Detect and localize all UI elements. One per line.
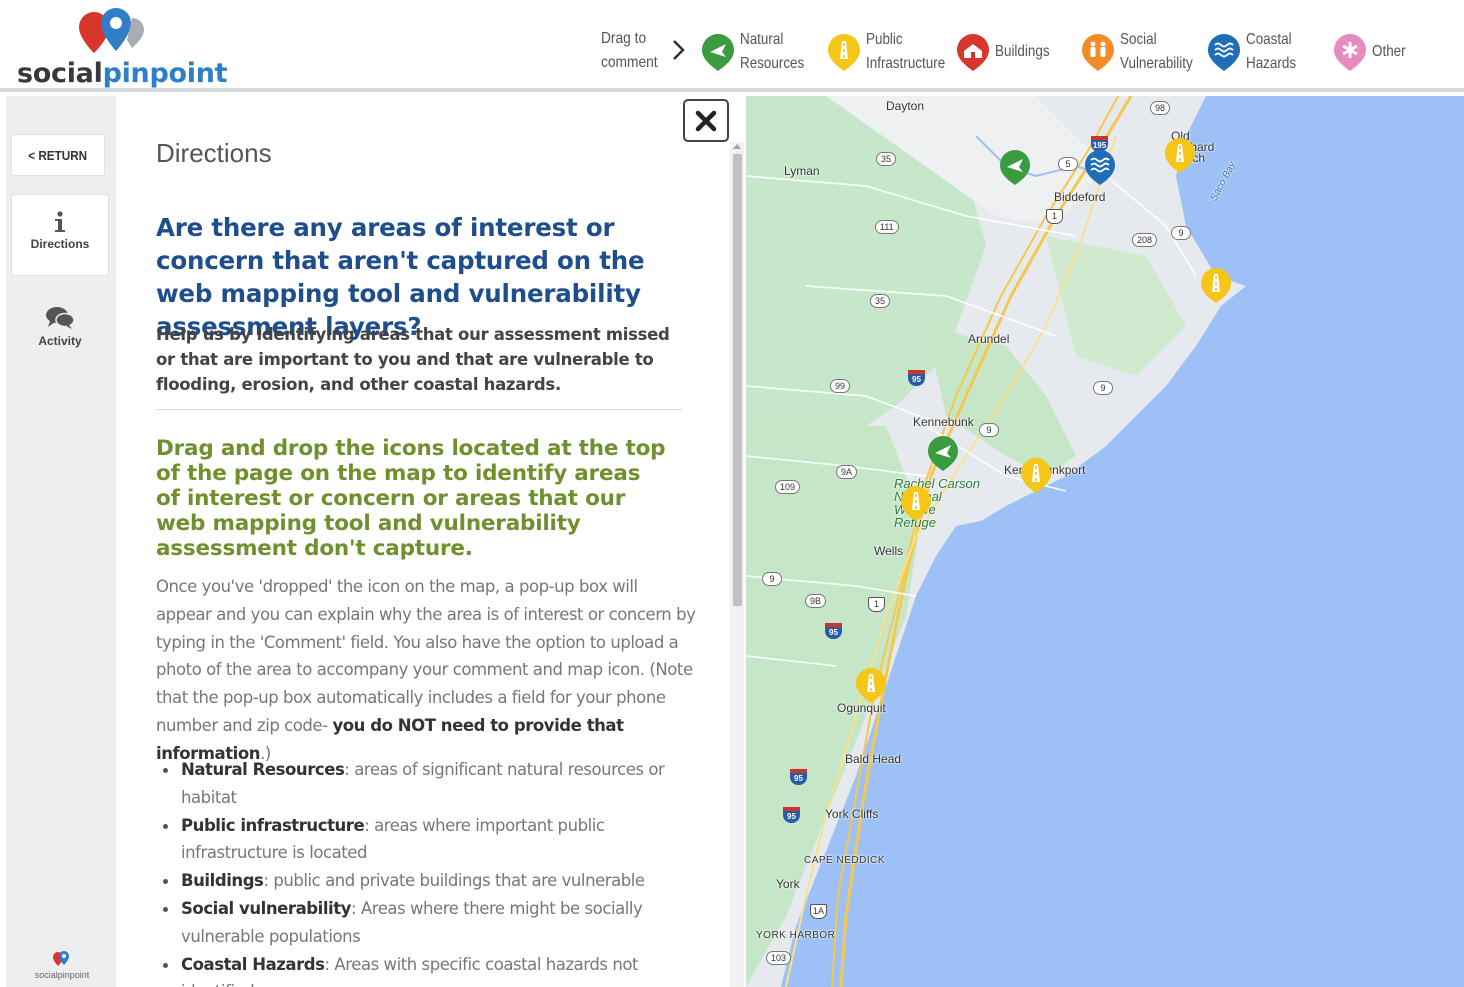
us-route-shield: 1A [810,904,827,919]
interstate-shield: 95 [825,623,842,639]
category-list: Natural Resources: areas of significant … [156,756,696,987]
waves-icon [1208,34,1240,71]
map-place-york-harbor: YORK HARBOR [756,930,836,941]
list-item: Natural Resources: areas of significant … [156,756,696,812]
divider [156,409,682,410]
list-item: Social vulnerability: Areas where there … [156,895,696,951]
route-shield: 5 [1058,157,1078,171]
route-shield: 9 [979,423,999,437]
map-view[interactable]: Dayton Lyman Biddeford Old Orchard Beach… [746,96,1464,987]
list-item-term: Social vulnerability [181,898,351,918]
route-shield: 111 [875,220,899,234]
route-shield: 9B [805,594,827,608]
rail-footer-text: socialpinpoint [34,970,90,980]
list-item: Buildings: public and private buildings … [156,867,696,895]
route-shield: 9 [762,572,782,586]
body-text-1: Once you've 'dropped' the icon on the ma… [156,577,696,735]
list-item-term: Coastal Hazards [181,954,325,974]
list-item-term: Buildings [181,871,264,891]
logo-pin-icon [79,8,144,53]
page-title: Directions [156,138,272,168]
panel-body: Once you've 'dropped' the icon on the ma… [156,573,696,768]
return-button[interactable]: < RETURN [11,134,105,176]
rail-item-directions[interactable]: Directions [11,194,109,276]
category-label: Buildings [995,43,1050,60]
category-label: Social Vulnerability [1120,31,1193,72]
info-icon [55,211,65,232]
category-coastal-hazards[interactable]: Coastal Hazards [1206,27,1306,77]
close-icon [695,110,717,131]
interstate-shield: 95 [790,769,807,785]
house-icon [957,34,989,71]
category-social-vulnerability[interactable]: Social Vulnerability [1080,27,1207,77]
scroll-up-arrow-icon[interactable] [733,144,741,149]
us-route-shield: 1 [1046,209,1063,224]
asterisk-icon [1334,34,1366,71]
drag-to-comment-label: Drag to comment [601,30,658,71]
route-shield: 99 [830,379,851,393]
category-label: Other [1372,43,1406,60]
logo-text: socialpinpoint [17,58,228,89]
route-shield: 35 [870,294,891,308]
us-route-shield: 1 [868,597,885,612]
list-item: Coastal Hazards: Areas with specific coa… [156,951,696,987]
interstate-shield: 95 [783,807,800,823]
map-marker-natural-resources[interactable] [926,434,960,474]
list-item-term: Public infrastructure [181,815,365,835]
map-place-kennebunk: Kennebunk [913,415,974,429]
bird-icon [702,34,734,71]
map-place-dayton: Dayton [886,99,925,113]
list-item-term: Natural Resources [181,760,345,779]
route-shield: 109 [775,480,801,494]
list-item: Public infrastructure: areas where impor… [156,812,696,868]
chat-bubbles-icon [46,307,75,329]
list-item-desc: : public and private buildings that are … [263,871,645,891]
map-place-cape-neddick: CAPE NEDDICK [804,855,886,866]
app-header: socialpinpoint Drag to comment Natural R… [0,0,1464,92]
category-label: Public Infrastructure [866,31,946,72]
panel-intro: Help us by identifying areas that our as… [156,325,670,394]
map-place-arundel: Arundel [968,332,1010,346]
category-natural-resources[interactable]: Natural Resources [700,27,816,77]
close-panel-button[interactable] [683,99,729,142]
rail-item-label: Activity [38,334,82,348]
map-marker-public-infrastructure[interactable] [1019,456,1053,496]
map-place-lyman: Lyman [784,164,820,178]
route-shield: 208 [1132,233,1158,247]
panel-subheading: Drag and drop the icons located at the t… [156,436,666,561]
map-place-york-cliffs: York Cliffs [825,807,879,821]
category-other[interactable]: Other [1332,27,1412,77]
category-label: Coastal Hazards [1246,31,1297,72]
route-shield: 98 [1150,101,1171,115]
category-label: Natural Resources [740,31,805,72]
logo-pin-icon [53,951,69,966]
route-shield: 9A [836,465,858,479]
rail-item-activity[interactable]: Activity [11,290,109,372]
map-marker-natural-resources[interactable] [998,148,1032,188]
category-public-infrastructure[interactable]: Public Infrastructure [826,27,960,77]
map-marker-public-infrastructure[interactable] [854,666,888,706]
social-pinpoint-logo[interactable]: socialpinpoint [14,6,228,89]
map-place-wells: Wells [874,544,904,558]
route-shield: 35 [876,152,897,166]
map-marker-public-infrastructure[interactable] [1163,136,1197,176]
chevron-right-icon [673,40,685,60]
interstate-shield: 95 [908,370,925,386]
route-shield: 9 [1171,226,1191,240]
map-place-york: York [776,877,800,891]
map-marker-public-infrastructure[interactable] [1199,266,1233,306]
road-icon [828,34,860,71]
map-marker-public-infrastructure[interactable] [899,484,933,524]
rail-footer-logo: socialpinpoint [22,950,102,980]
category-buildings[interactable]: Buildings [955,27,1060,77]
rail-item-label: Directions [30,237,90,251]
map-base [746,96,1464,987]
map-place-bald-head: Bald Head [845,752,902,766]
people-icon [1082,34,1114,71]
route-shield: 9 [1093,381,1113,395]
map-place-biddeford: Biddeford [1054,190,1106,204]
scrollbar-thumb[interactable] [733,154,742,606]
route-shield: 103 [766,951,792,965]
map-marker-coastal-hazards[interactable] [1083,148,1117,188]
